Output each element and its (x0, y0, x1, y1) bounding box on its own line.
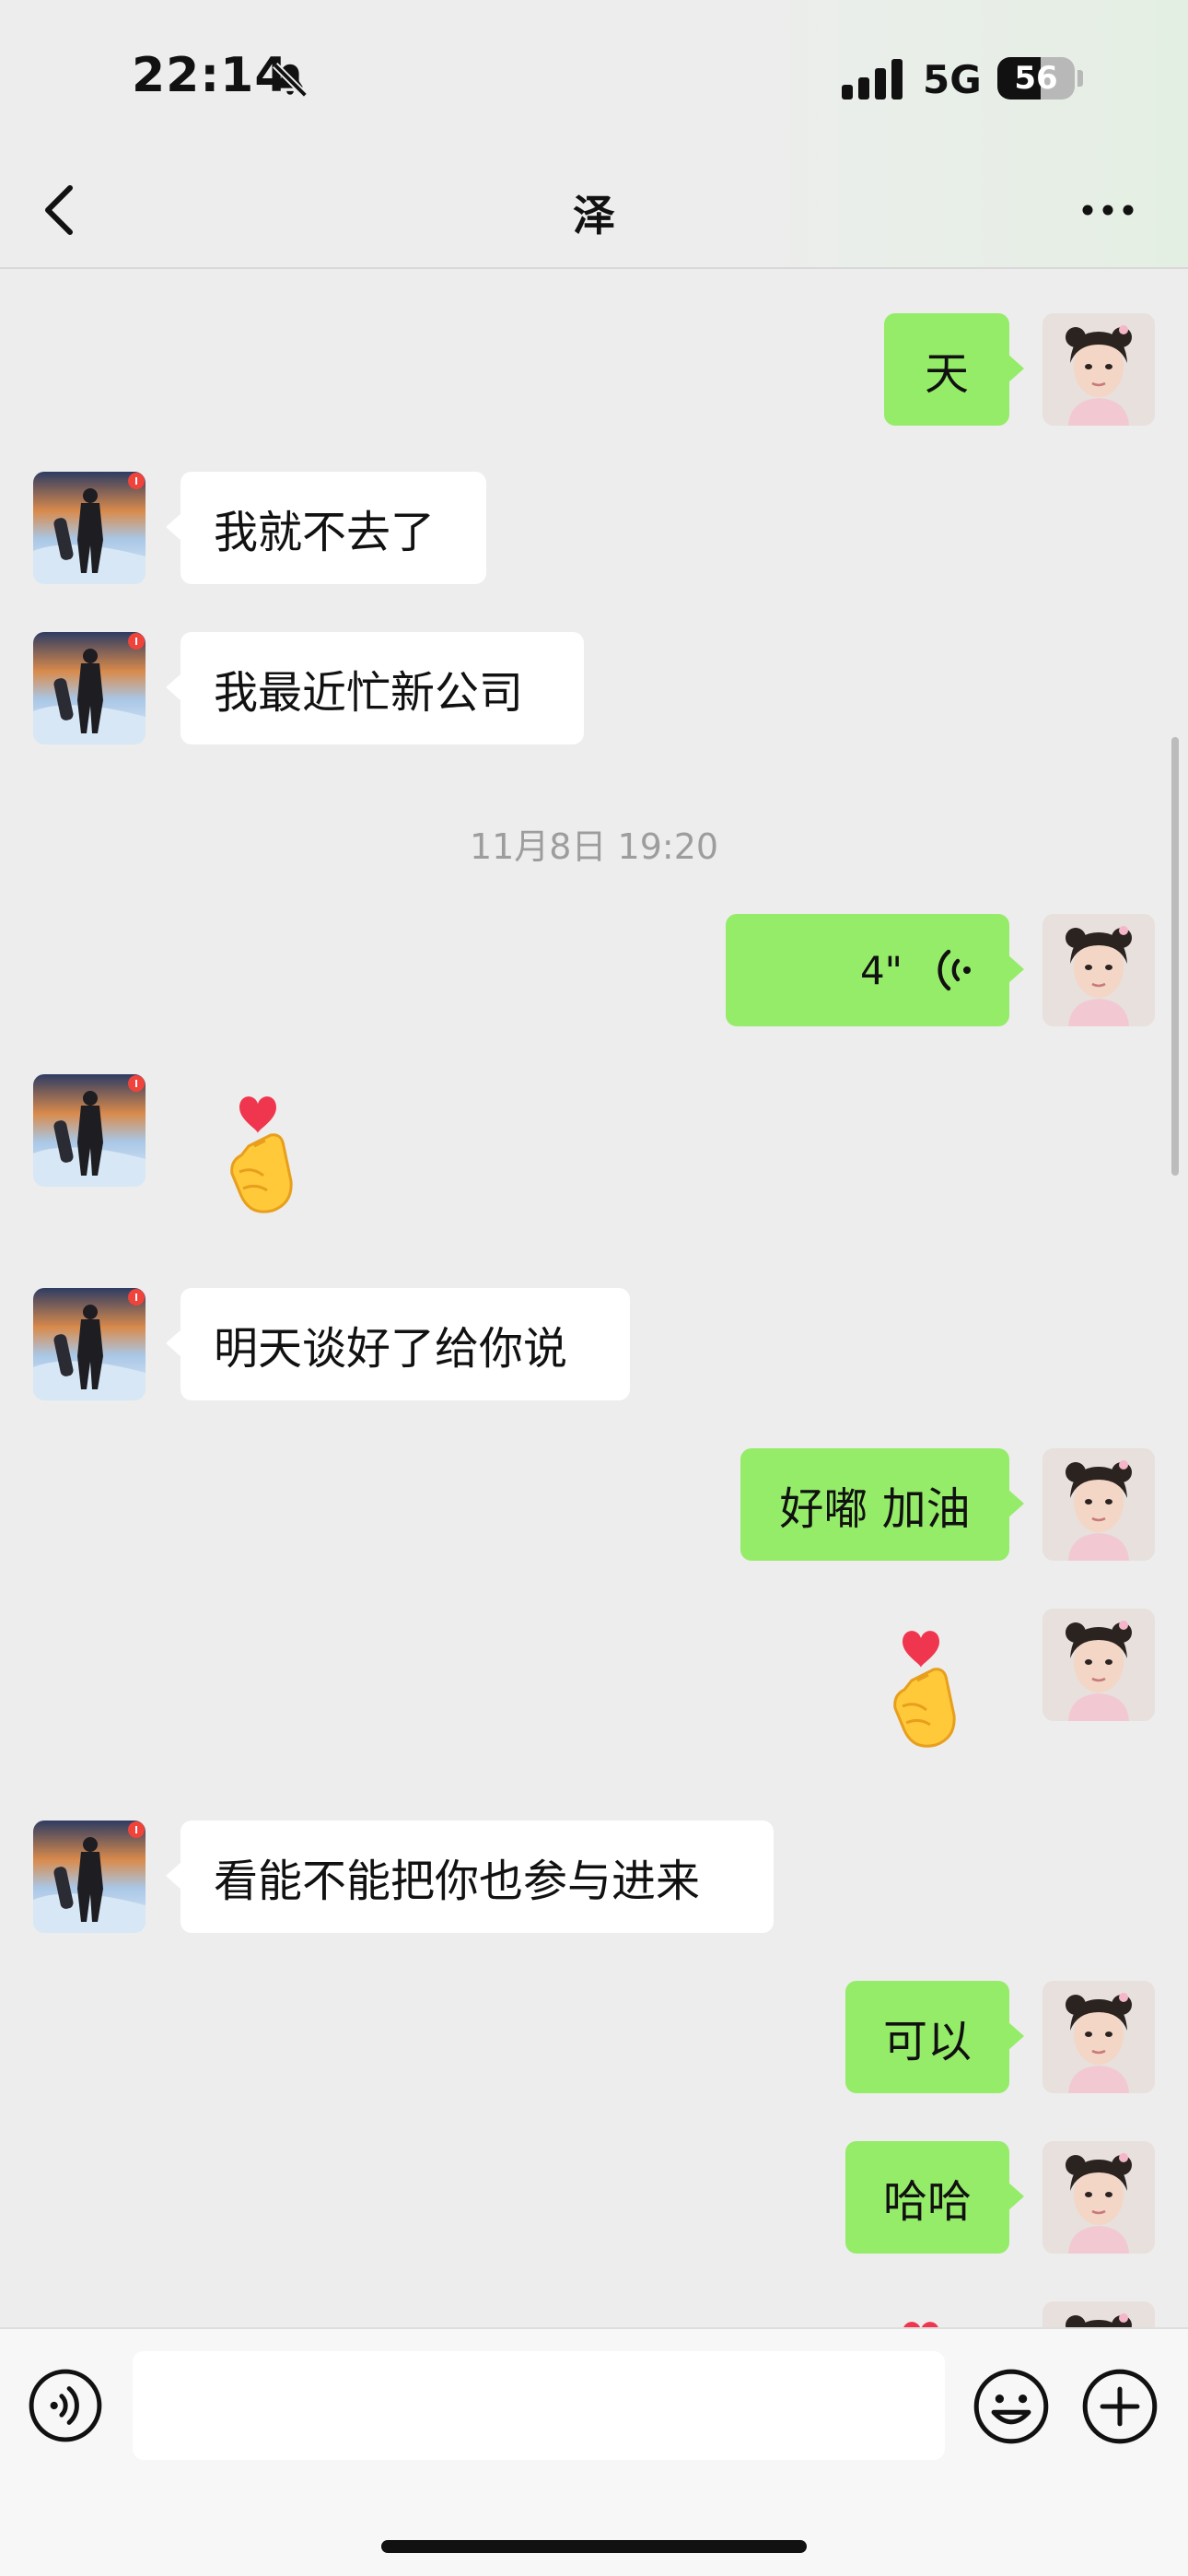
battery-tip (1077, 70, 1083, 87)
message-text: 天 (924, 348, 969, 400)
voice-duration: 4" (859, 947, 903, 993)
message-bubble[interactable]: 明天谈好了给你说 (166, 1288, 630, 1400)
message-bubble[interactable]: 看能不能把你也参与进来 (166, 1821, 774, 1933)
my-avatar[interactable] (1042, 914, 1155, 1026)
message-bubble[interactable]: 我最近忙新公司 (166, 632, 584, 744)
message-bubble[interactable]: 可以 (845, 1981, 1024, 2093)
cellular-signal-icon (842, 59, 903, 100)
my-avatar[interactable] (1042, 1981, 1155, 2093)
chat-title: 泽 (573, 191, 615, 240)
my-avatar[interactable] (1042, 1448, 1155, 1561)
my-avatar[interactable] (1042, 313, 1155, 426)
message-text: 看能不能把你也参与进来 (214, 1856, 701, 1907)
bell-muted-icon (272, 62, 309, 99)
message-bubble[interactable]: 我就不去了 (166, 472, 486, 584)
voice-message-bubble[interactable]: 4" (726, 914, 1024, 1026)
contact-avatar[interactable] (33, 472, 146, 584)
my-avatar[interactable] (1042, 2141, 1155, 2254)
plus-icon[interactable] (1081, 2368, 1159, 2445)
message-text: 可以 (882, 2016, 972, 2067)
home-indicator[interactable] (381, 2540, 807, 2553)
message-bubble[interactable]: 哈哈 (845, 2141, 1024, 2254)
battery-icon: 56 (997, 57, 1075, 100)
contact-avatar[interactable] (33, 1074, 146, 1187)
message-text: 哈哈 (882, 2176, 972, 2228)
emoji-icon[interactable] (973, 2368, 1050, 2445)
message-timestamp: 11月8日 19:20 (469, 826, 719, 867)
finger-heart-sticker[interactable] (212, 1082, 313, 1220)
voice-input-icon[interactable] (28, 2368, 103, 2443)
battery-percent: 56 (1014, 60, 1058, 97)
message-input[interactable] (133, 2351, 945, 2460)
message-text: 好嘟 加油 (779, 1483, 971, 1535)
contact-avatar[interactable] (33, 1821, 146, 1933)
contact-avatar[interactable] (33, 1288, 146, 1400)
message-text: 我就不去了 (214, 507, 436, 558)
message-text: 我最近忙新公司 (214, 667, 524, 719)
scrollbar[interactable] (1171, 737, 1179, 1176)
message-bubble[interactable]: 天 (884, 313, 1024, 426)
network-type: 5G (923, 57, 982, 102)
message-bubble[interactable]: 好嘟 加油 (740, 1448, 1024, 1561)
voice-wave-icon (936, 946, 976, 994)
more-options-icon[interactable] (1079, 201, 1136, 219)
status-time: 22:14 (132, 48, 289, 103)
finger-heart-sticker[interactable] (875, 1616, 976, 1754)
contact-avatar[interactable] (33, 632, 146, 744)
my-avatar[interactable] (1042, 1609, 1155, 1721)
message-text: 明天谈好了给你说 (214, 1323, 568, 1375)
status-bar: 22:14 5G 56 (0, 0, 1188, 157)
